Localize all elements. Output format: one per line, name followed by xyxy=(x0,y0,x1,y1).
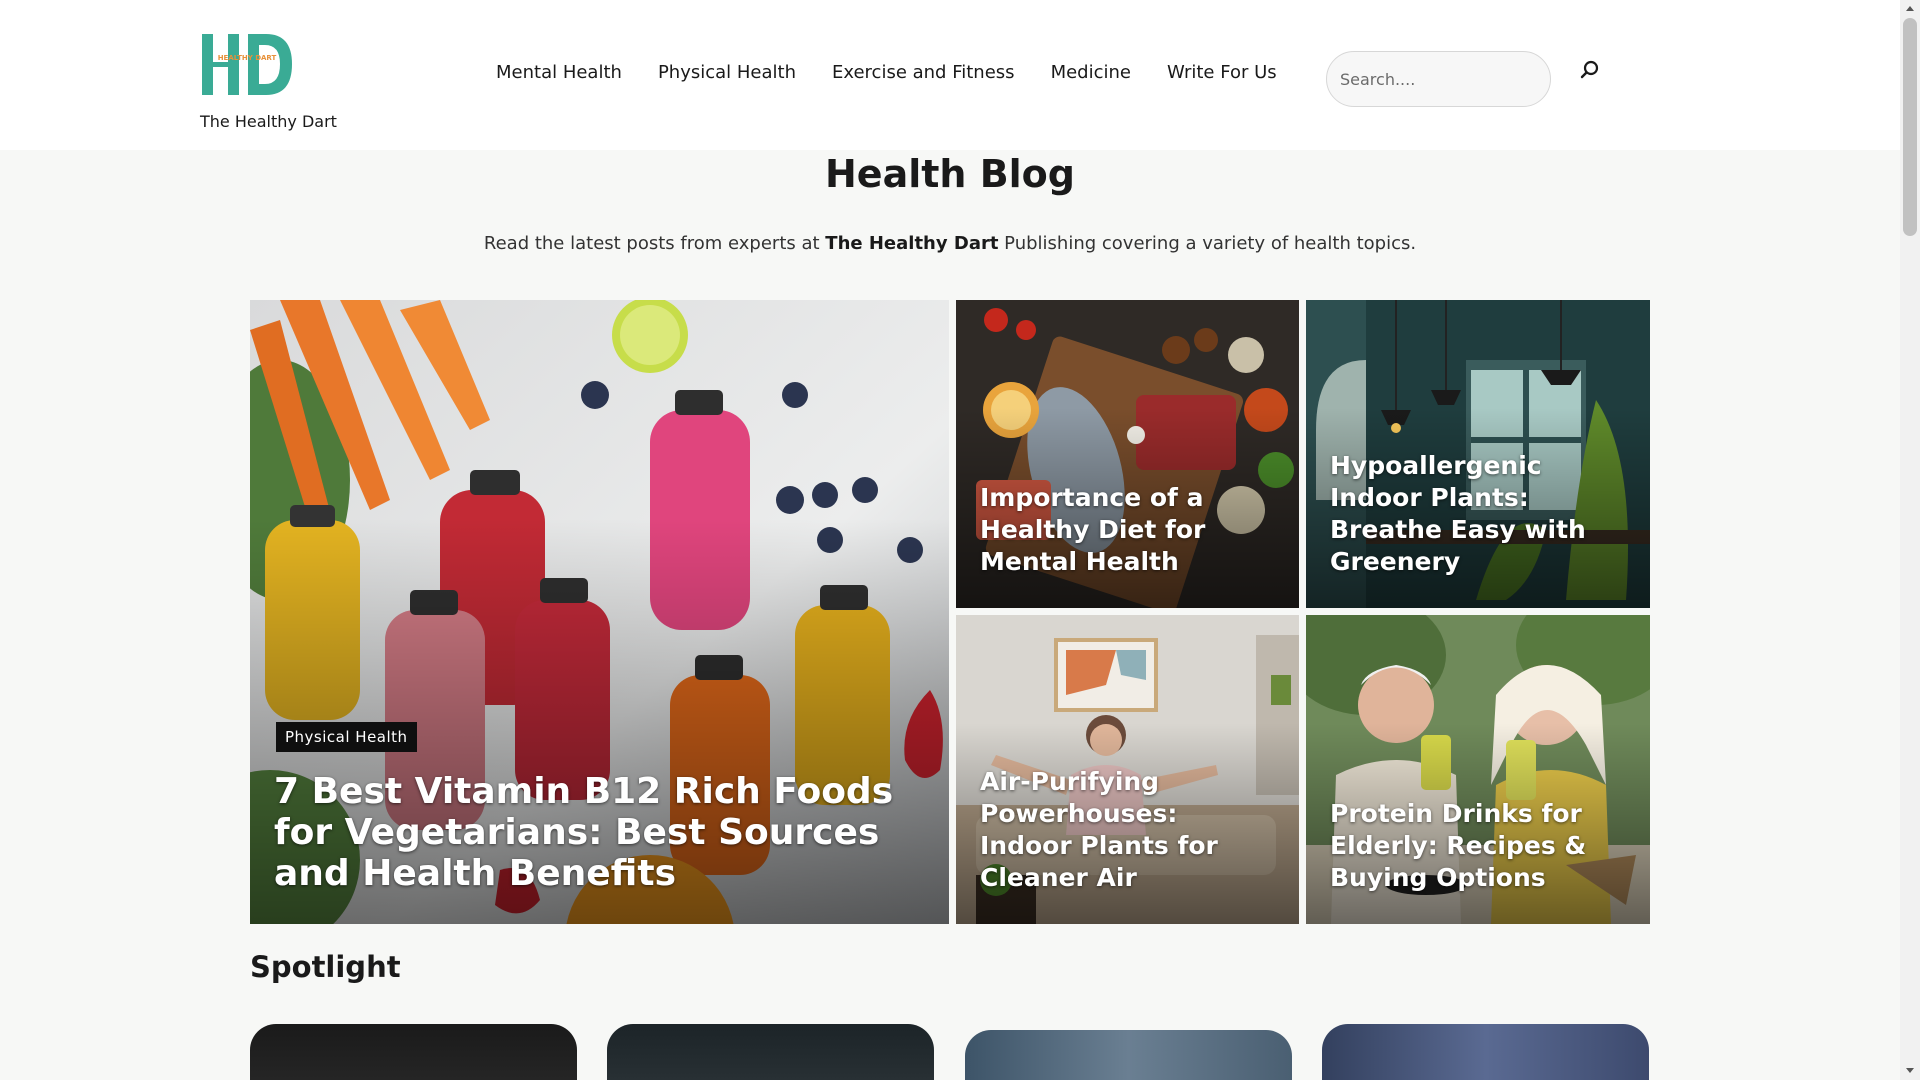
subtitle-brand: The Healthy Dart xyxy=(825,233,999,254)
scrollbar-thumb[interactable] xyxy=(1903,18,1917,236)
post-card[interactable]: Protein Drinks for Elderly: Recipes & Bu… xyxy=(1306,615,1650,924)
scroll-down-arrow-icon[interactable] xyxy=(1906,1068,1914,1073)
post-card[interactable]: Air-Purifying Powerhouses: Indoor Plants… xyxy=(956,615,1299,924)
post-card[interactable]: Importance of a Healthy Diet for Mental … xyxy=(956,300,1299,608)
featured-post-card[interactable]: Physical Health 7 Best Vitamin B12 Rich … xyxy=(250,300,949,924)
nav-item-write-for-us[interactable]: Write For Us xyxy=(1167,62,1277,83)
post-card[interactable]: Hypoallergenic Indoor Plants: Breathe Ea… xyxy=(1306,300,1650,608)
spotlight-card[interactable] xyxy=(250,1024,577,1080)
nav-item-mental-health[interactable]: Mental Health xyxy=(496,62,622,83)
site-logo[interactable]: HEALTHY DART xyxy=(200,32,295,97)
spotlight-card[interactable] xyxy=(607,1024,934,1080)
scroll-up-arrow-icon[interactable] xyxy=(1906,6,1914,11)
search-input[interactable] xyxy=(1326,51,1551,107)
page-subtitle: Read the latest posts from experts at Th… xyxy=(0,233,1900,254)
post-card-title[interactable]: Importance of a Healthy Diet for Mental … xyxy=(980,482,1275,578)
spotlight-heading: Spotlight xyxy=(250,950,401,984)
page-scrollbar[interactable] xyxy=(1900,0,1920,1080)
category-badge[interactable]: Physical Health xyxy=(276,722,417,752)
main-nav: Mental Health Physical Health Exercise a… xyxy=(496,62,1313,83)
post-card-title[interactable]: Air-Purifying Powerhouses: Indoor Plants… xyxy=(980,766,1275,894)
search-icon[interactable] xyxy=(1578,58,1602,82)
logo-subtext: HEALTHY DART xyxy=(218,54,277,62)
nav-item-exercise-fitness[interactable]: Exercise and Fitness xyxy=(832,62,1015,83)
spotlight-card[interactable] xyxy=(1322,1024,1649,1080)
page-title: Health Blog xyxy=(825,152,1075,196)
featured-post-title[interactable]: 7 Best Vitamin B12 Rich Foods for Vegeta… xyxy=(274,771,925,894)
post-card-title[interactable]: Protein Drinks for Elderly: Recipes & Bu… xyxy=(1330,798,1626,894)
subtitle-text-start: Read the latest posts from experts at xyxy=(483,233,826,254)
site-name[interactable]: The Healthy Dart xyxy=(200,112,337,131)
nav-item-medicine[interactable]: Medicine xyxy=(1051,62,1131,83)
nav-item-physical-health[interactable]: Physical Health xyxy=(658,62,796,83)
spotlight-card[interactable] xyxy=(965,1030,1292,1080)
subtitle-text-end: Publishing covering a variety of health … xyxy=(998,233,1417,254)
site-header: HEALTHY DART The Healthy Dart Mental Hea… xyxy=(0,0,1900,150)
post-card-title[interactable]: Hypoallergenic Indoor Plants: Breathe Ea… xyxy=(1330,450,1626,578)
